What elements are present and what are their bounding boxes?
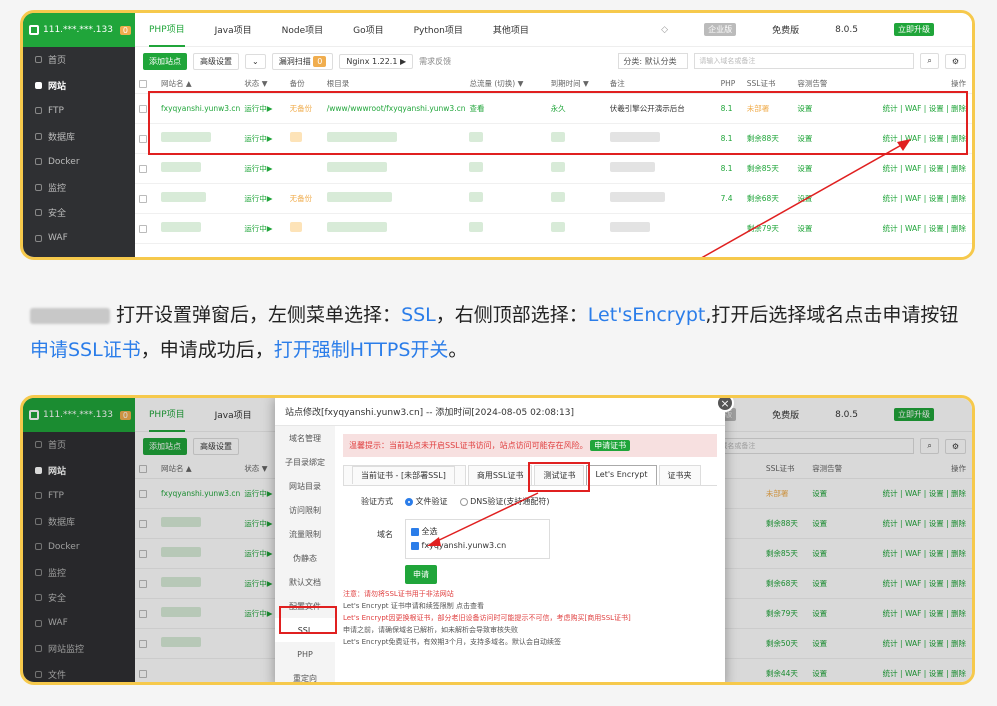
screenshot-ssl-modal: 111.***.***.133 0 首页 网站 FTP 数据库 Docker 监… bbox=[20, 395, 975, 685]
red-arrow bbox=[701, 139, 911, 257]
blurred-prefix bbox=[30, 307, 110, 324]
screenshot-site-list: 111.***.***.133 0 首页 网站 FTP 数据库 Docker 监… bbox=[20, 10, 975, 260]
instruction-text: 打开设置弹窗后，左侧菜单选择：SSL，右侧顶部选择：Let'sEncrypt,打… bbox=[30, 304, 959, 361]
red-arrow bbox=[427, 492, 539, 546]
